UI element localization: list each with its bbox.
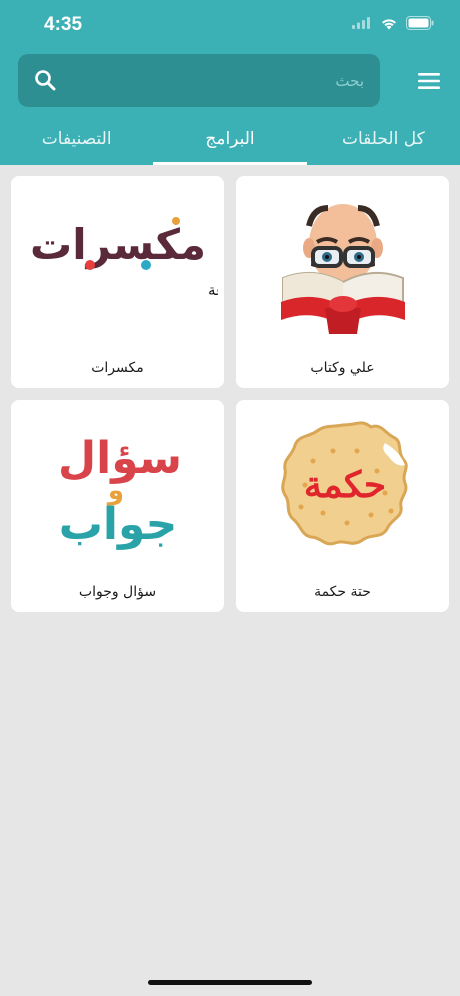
search-input[interactable] <box>78 66 364 96</box>
tab-bar: كل الحلقات البرامج التصنيفات <box>0 112 460 165</box>
status-time: 4:35 <box>44 14 83 35</box>
man-reading-book-illustration <box>280 204 405 334</box>
hamburger-menu-icon <box>418 73 440 89</box>
question-answer-logo: سؤال و جواب <box>57 433 181 550</box>
logo-tagline: لذيذة .. مفيدة .. متنوعة <box>208 281 218 299</box>
tab-categories[interactable]: التصنيفات <box>0 112 153 165</box>
app-header: 4:35 بحث كل الحلقات البرامج التصنيفات <box>0 0 460 165</box>
signal-icon <box>352 17 370 29</box>
program-title: علي وكتاب <box>310 360 375 376</box>
search-bar[interactable] <box>18 54 380 107</box>
program-artwork: مكسرات لذيذة .. مفيدة .. متنوعة <box>11 176 224 346</box>
status-icons <box>352 16 434 30</box>
battery-icon <box>406 16 434 30</box>
program-card-mokasarat[interactable]: مكسرات لذيذة .. مفيدة .. متنوعة مكسرات <box>11 176 224 388</box>
program-artwork: سؤال و جواب <box>11 400 224 570</box>
search-icon[interactable] <box>34 69 56 91</box>
program-artwork <box>236 176 449 346</box>
program-card-ali-wa-kitab[interactable]: علي وكتاب <box>236 176 449 388</box>
wifi-icon <box>382 18 396 29</box>
program-card-soal-wa-jawab[interactable]: سؤال و جواب سؤال وجواب <box>11 400 224 612</box>
tab-label: التصنيفات <box>41 128 112 149</box>
menu-button[interactable] <box>414 68 444 94</box>
tab-label: كل الحلقات <box>342 128 425 149</box>
logo-text-bottom: جواب <box>58 499 177 550</box>
mokasarat-logo: مكسرات لذيذة .. مفيدة .. متنوعة <box>30 217 218 299</box>
program-title: حتة حكمة <box>314 584 371 600</box>
tab-all-episodes[interactable]: كل الحلقات <box>307 112 460 165</box>
program-card-hetta-hekma[interactable]: حكمة حتة حكمة <box>236 400 449 612</box>
logo-text: حكمة <box>303 464 385 506</box>
logo-text: مكسرات <box>30 220 206 270</box>
program-title: مكسرات <box>91 360 144 376</box>
status-bar: 4:35 <box>0 0 460 50</box>
home-indicator[interactable] <box>148 980 312 985</box>
program-title: سؤال وجواب <box>78 584 157 600</box>
biscuit-logo: حكمة <box>280 421 408 546</box>
program-artwork: حكمة <box>236 400 449 570</box>
tab-label: البرامج <box>205 128 255 149</box>
tab-programs[interactable]: البرامج <box>153 112 308 165</box>
